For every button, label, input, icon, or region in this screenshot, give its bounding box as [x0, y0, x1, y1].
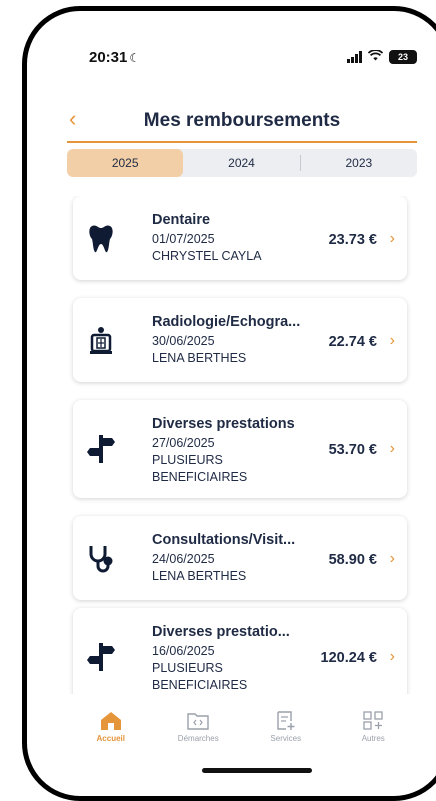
year-segmented-control: 2025 2024 2023 [67, 149, 417, 177]
card-text: Diverses prestations 27/06/2025 PLUSIEUR… [152, 416, 295, 486]
tab-label: Démarches [177, 734, 219, 743]
card-beneficiary: BENEFICIAIRES [152, 470, 248, 484]
year-tab-2023[interactable]: 2023 [301, 149, 417, 177]
card-date: 30/06/2025 [152, 334, 215, 348]
tab-label: Accueil [96, 734, 125, 743]
status-icons: 23 [347, 49, 417, 64]
page-header: ‹ Mes remboursements [67, 106, 417, 143]
status-time: 20:31 ☾ [89, 49, 140, 66]
card-text: Dentaire 01/07/2025 CHRYSTEL CAYLA [152, 212, 262, 265]
stethoscope-icon [87, 544, 115, 573]
card-date: 16/06/2025 [152, 644, 215, 658]
card-text: Consultations/Visit... 24/06/2025 LENA B… [152, 532, 295, 585]
chevron-right-icon: › [389, 230, 395, 247]
card-beneficiary: PLUSIEURS [152, 453, 223, 467]
card-date: 27/06/2025 [152, 436, 215, 450]
card-category: Dentaire [152, 212, 211, 228]
radiology-icon [87, 326, 115, 354]
card-date: 01/07/2025 [152, 232, 215, 246]
phone-frame: 20:31 ☾ 23 ‹ Mes remboursements 2025 2024… [22, 6, 436, 801]
reimbursement-card[interactable]: Consultations/Visit... 24/06/2025 LENA B… [73, 516, 407, 600]
card-amount: 22.74 € [328, 334, 377, 350]
reimbursement-card[interactable]: Radiologie/Echogra... 30/06/2025 LENA BE… [73, 298, 407, 382]
reimbursement-card[interactable]: Diverses prestatio... 16/06/2025 PLUSIEU… [73, 608, 407, 694]
wifi-icon [367, 49, 384, 64]
clock-text: 20:31 [89, 49, 128, 66]
folder-code-icon [187, 711, 209, 731]
list-plus-icon [275, 711, 297, 731]
signpost-icon [87, 642, 115, 671]
page-title: Mes remboursements [143, 110, 341, 131]
card-amount: 58.90 € [328, 552, 377, 568]
card-category: Diverses prestatio... [152, 624, 290, 640]
card-text: Radiologie/Echogra... 30/06/2025 LENA BE… [152, 314, 300, 367]
card-category: Consultations/Visit... [152, 532, 296, 548]
tab-services[interactable]: Services [242, 711, 330, 757]
chevron-right-icon: › [389, 550, 395, 567]
chevron-right-icon: › [389, 332, 395, 349]
home-icon [100, 711, 122, 731]
card-beneficiary: LENA BERTHES [152, 569, 247, 583]
status-bar: 20:31 ☾ 23 [89, 49, 417, 69]
signpost-icon [87, 434, 115, 463]
card-date: 24/06/2025 [152, 552, 215, 566]
card-amount: 53.70 € [328, 442, 377, 458]
card-category: Diverses prestations [152, 416, 295, 432]
bottom-tab-bar: Accueil Démarches Services Autres [67, 711, 417, 757]
tab-label: Autres [361, 734, 385, 743]
chevron-right-icon: › [389, 648, 395, 665]
tab-autres[interactable]: Autres [330, 711, 418, 757]
card-beneficiary: BENEFICIAIRES [152, 678, 248, 692]
card-amount: 120.24 € [320, 650, 377, 666]
card-beneficiary: CHRYSTEL CAYLA [152, 249, 262, 263]
reimbursement-card[interactable]: Dentaire 01/07/2025 CHRYSTEL CAYLA 23.73… [73, 196, 407, 280]
chevron-right-icon: › [389, 440, 395, 457]
reimbursement-list: Dentaire 01/07/2025 CHRYSTEL CAYLA 23.73… [67, 196, 417, 694]
year-tab-2024[interactable]: 2024 [183, 149, 299, 177]
card-amount: 23.73 € [328, 232, 377, 248]
tooth-icon [87, 224, 115, 253]
moon-icon: ☾ [129, 51, 141, 65]
tab-demarches[interactable]: Démarches [155, 711, 243, 757]
screen: 20:31 ☾ 23 ‹ Mes remboursements 2025 2024… [27, 11, 436, 796]
card-text: Diverses prestatio... 16/06/2025 PLUSIEU… [152, 624, 290, 694]
year-tab-2025[interactable]: 2025 [67, 149, 184, 177]
grid-plus-icon [362, 711, 384, 731]
card-beneficiary: PLUSIEURS [152, 661, 223, 675]
signal-icon [347, 50, 362, 63]
card-beneficiary: LENA BERTHES [152, 351, 247, 365]
home-indicator [202, 768, 312, 773]
battery-icon: 23 [389, 49, 417, 64]
reimbursement-card[interactable]: Diverses prestations 27/06/2025 PLUSIEUR… [73, 400, 407, 498]
tab-accueil[interactable]: Accueil [67, 711, 155, 757]
tab-label: Services [270, 734, 302, 743]
card-category: Radiologie/Echogra... [152, 314, 301, 330]
